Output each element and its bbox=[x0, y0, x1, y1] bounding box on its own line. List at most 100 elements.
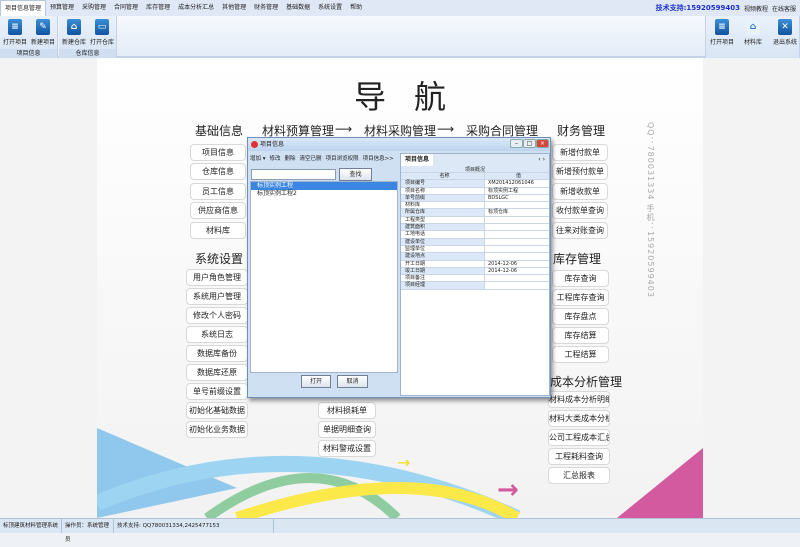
menu-item[interactable]: 项目信息管理 bbox=[0, 0, 47, 16]
tab-project-info[interactable]: 项目信息 ‹ › bbox=[401, 154, 549, 166]
menu-item[interactable]: 成本分析汇总 bbox=[174, 0, 218, 16]
menu-item[interactable]: 合同管理 bbox=[110, 0, 142, 16]
quick-open-project-button[interactable]: ≡ 打开项目 bbox=[708, 19, 736, 46]
app-name: 标顶建筑材料管理系统 bbox=[0, 519, 62, 533]
nav-button[interactable]: 系统用户管理 bbox=[186, 288, 248, 305]
label: 新建仓库 bbox=[61, 39, 86, 46]
nav-button[interactable]: 汇总报表 bbox=[548, 467, 610, 484]
menu-item[interactable]: 预算管理 bbox=[46, 0, 78, 16]
row-name: 开工日期 bbox=[401, 260, 485, 267]
material-library-button[interactable]: ⌂ 材料库 bbox=[739, 19, 767, 46]
open-button[interactable]: 打开 bbox=[301, 375, 331, 388]
nav-button[interactable]: 工程结算 bbox=[552, 346, 609, 363]
document-icon: ≡ bbox=[8, 19, 22, 35]
row-name: 建设地点 bbox=[401, 253, 485, 260]
grid-row[interactable]: 建设地点 bbox=[401, 253, 549, 261]
nav-button[interactable]: 系统日志 bbox=[186, 326, 248, 343]
maximize-button[interactable]: □ bbox=[523, 139, 536, 148]
nav-button[interactable]: 员工信息 bbox=[190, 183, 246, 200]
menu-item[interactable]: 系统设置 bbox=[314, 0, 346, 16]
menu-item[interactable]: 采购管理 bbox=[78, 0, 110, 16]
arrow-icon: ⟶ bbox=[437, 122, 455, 136]
row-name: 监理单位 bbox=[401, 245, 485, 253]
nav-button[interactable]: 数据库备份 bbox=[186, 345, 248, 362]
nav-button[interactable]: 仓库信息 bbox=[190, 163, 246, 180]
nav-button[interactable]: 公司工程成本汇总 bbox=[548, 429, 610, 446]
row-name: 建设单位 bbox=[401, 238, 485, 245]
row-value bbox=[485, 275, 549, 281]
open-project-button[interactable]: ≡ 打开项目 bbox=[2, 19, 28, 46]
grid-row[interactable]: 项目编号 XM201412061046 bbox=[401, 180, 549, 188]
row-name: 工地电话 bbox=[401, 231, 485, 238]
new-warehouse-button[interactable]: ⌂ 新建仓库 bbox=[61, 19, 87, 46]
nav-button[interactable]: 材料大类成本分析 bbox=[548, 410, 610, 427]
nav-button[interactable]: 项目信息 bbox=[190, 144, 246, 161]
row-value bbox=[485, 239, 549, 245]
nav-button[interactable]: 初始化基础数据 bbox=[186, 402, 248, 419]
search-button[interactable]: 查找 bbox=[339, 168, 372, 181]
nav-button[interactable]: 新增收款单 bbox=[552, 183, 608, 200]
nav-button[interactable]: 材料成本分析明细 bbox=[548, 391, 610, 408]
video-tutorial-link[interactable]: 视频教程 bbox=[744, 4, 768, 13]
nav-button[interactable]: 材料库 bbox=[190, 222, 246, 239]
menu-item[interactable]: 其他管理 bbox=[218, 0, 250, 16]
label: 打开项目 bbox=[2, 39, 27, 46]
grid-row[interactable]: 项目名称 标顶实例工程 bbox=[401, 187, 549, 195]
menu-item[interactable]: 帮助 bbox=[346, 0, 366, 16]
minimize-button[interactable]: – bbox=[510, 139, 523, 148]
nav-button[interactable]: 材料警戒设置 bbox=[318, 440, 376, 457]
support-contact: 技术支持: QQ780031334,2425477153 bbox=[114, 519, 274, 533]
edit-button[interactable]: 修改 bbox=[270, 156, 281, 162]
grid-row[interactable]: 所属仓库 标顶仓库 bbox=[401, 209, 549, 217]
nav-button[interactable]: 材料损耗单 bbox=[318, 402, 376, 419]
nav-button[interactable]: 工程库存查询 bbox=[552, 289, 609, 306]
nav-button[interactable]: 收付款单查询 bbox=[552, 202, 608, 219]
menu-item[interactable]: 基础数据 bbox=[282, 0, 314, 16]
project-info-more-button[interactable]: 项目信息>> bbox=[363, 156, 394, 162]
search-input[interactable] bbox=[251, 169, 336, 180]
nav-button[interactable]: 新增预付款单 bbox=[552, 163, 608, 180]
tab-scroll-arrows[interactable]: ‹ › bbox=[538, 154, 545, 166]
row-name: 材料库 bbox=[401, 202, 485, 209]
label: 新建项目 bbox=[30, 39, 55, 46]
column-name: 名称 bbox=[401, 173, 485, 180]
grid-row[interactable]: 工程类型 bbox=[401, 216, 549, 225]
nav-button[interactable]: 单号前缀设置 bbox=[186, 383, 248, 400]
house-icon: ⌂ bbox=[67, 19, 81, 35]
tree-item[interactable]: 标顶实例工程 bbox=[251, 182, 397, 190]
nav-button[interactable]: 修改个人密码 bbox=[186, 307, 248, 324]
project-tree[interactable]: 标顶实例工程 标顶实例工程2 bbox=[250, 181, 398, 373]
clear-deleted-button[interactable]: 清空已删 bbox=[300, 156, 322, 162]
grid-row[interactable]: 单号前缀 BDSLGC bbox=[401, 194, 549, 203]
browse-permission-button[interactable]: 项目浏览权限 bbox=[326, 156, 359, 162]
grid-row[interactable]: 建设单位 bbox=[401, 238, 549, 246]
grid-row[interactable]: 开工日期 2014-12-06 bbox=[401, 260, 549, 268]
label: 材料库 bbox=[743, 39, 762, 46]
nav-button[interactable]: 数据库还原 bbox=[186, 364, 248, 381]
close-button[interactable]: × bbox=[536, 139, 549, 148]
nav-button[interactable]: 往来对账查询 bbox=[552, 222, 608, 239]
nav-button[interactable]: 单据明细查询 bbox=[318, 421, 376, 438]
menu-item[interactable]: 库存管理 bbox=[142, 0, 174, 16]
menu-item[interactable]: 财务管理 bbox=[250, 0, 282, 16]
nav-button[interactable]: 用户角色管理 bbox=[186, 269, 248, 286]
nav-button[interactable]: 新增付款单 bbox=[552, 144, 608, 161]
nav-button[interactable]: 工程耗料查询 bbox=[548, 448, 610, 465]
nav-button[interactable]: 初始化业务数据 bbox=[186, 421, 248, 438]
tree-item[interactable]: 标顶实例工程2 bbox=[251, 190, 397, 198]
nav-button[interactable]: 库存结算 bbox=[552, 327, 609, 344]
ribbon-group-warehouse: ⌂ 新建仓库 ▭ 打开仓库 仓库信息 bbox=[59, 16, 117, 58]
grid-row[interactable]: 工地电话 bbox=[401, 231, 549, 239]
cancel-button[interactable]: 取消 bbox=[337, 375, 368, 388]
online-service-link[interactable]: 在线客服 bbox=[772, 4, 796, 13]
open-warehouse-button[interactable]: ▭ 打开仓库 bbox=[89, 19, 115, 46]
delete-button[interactable]: 删除 bbox=[285, 156, 296, 162]
nav-button[interactable]: 库存盘点 bbox=[552, 308, 609, 325]
ribbon: ≡ 打开项目 ✎ 新建项目 项目信息 ⌂ 新建仓库 ▭ 打开仓库 仓库信息 ≡ 打开项目 … bbox=[0, 16, 800, 58]
nav-button[interactable]: 供应商信息 bbox=[190, 202, 246, 219]
grid-row[interactable]: 项目经理 bbox=[401, 282, 549, 290]
new-project-button[interactable]: ✎ 新建项目 bbox=[30, 19, 56, 46]
exit-system-button[interactable]: ✕ 退出系统 bbox=[770, 19, 800, 46]
nav-button[interactable]: 库存查询 bbox=[552, 270, 609, 287]
add-button[interactable]: 增加 ▾ bbox=[250, 156, 266, 162]
